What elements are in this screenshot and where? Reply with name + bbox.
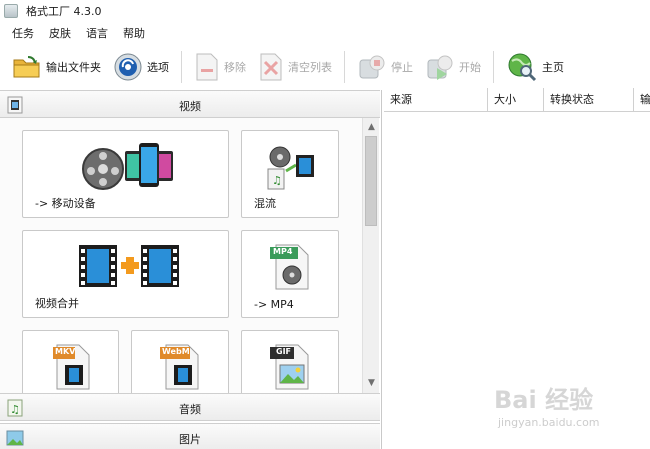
tile-merge-label: 视频合并 <box>35 297 79 310</box>
mkv-badge-text: MKV <box>55 347 76 356</box>
start-label: 开始 <box>459 61 481 74</box>
scroll-up-arrow-icon[interactable]: ▲ <box>364 120 379 135</box>
svg-text:♫: ♫ <box>272 174 282 187</box>
category-audio[interactable]: ♫ 音频 <box>0 393 380 421</box>
category-video[interactable]: 视频 <box>0 90 380 118</box>
column-source[interactable]: 来源 <box>384 88 488 112</box>
tile-mux[interactable]: ♫ 混流 <box>241 130 339 218</box>
start-button[interactable]: 开始 <box>425 49 481 85</box>
remove-label: 移除 <box>224 61 246 74</box>
toolbar-separator <box>493 51 494 83</box>
function-panel: 视频 -> 移动设备 ♫ 混流 视频合并 MP4 -> MP4 MKV WebM… <box>0 90 382 449</box>
tile-to-mkv[interactable]: MKV <box>22 330 119 393</box>
mp4-badge-text: MP4 <box>273 247 293 256</box>
clear-list-label: 清空列表 <box>288 61 332 74</box>
menu-skin[interactable]: 皮肤 <box>49 25 71 41</box>
home-globe-icon <box>508 53 537 82</box>
gif-badge-text: GIF <box>276 347 292 356</box>
category-image-label: 图片 <box>179 433 201 446</box>
title-bar: 格式工厂 4.3.0 <box>0 0 650 22</box>
tile-to-mp4[interactable]: MP4 -> MP4 <box>241 230 339 318</box>
start-icon <box>427 55 453 80</box>
task-table-header: 来源 大小 转换状态 输 <box>384 88 650 112</box>
category-audio-label: 音频 <box>179 403 201 416</box>
category-image[interactable]: 图片 <box>0 423 380 449</box>
category-video-label: 视频 <box>179 100 201 113</box>
options-gear-icon <box>114 53 142 81</box>
tile-mobile-device[interactable]: -> 移动设备 <box>22 130 229 218</box>
webm-file-icon: WebM <box>158 343 204 391</box>
menu-task[interactable]: 任务 <box>12 25 34 41</box>
gif-file-icon: GIF <box>268 343 314 391</box>
task-list-panel: 来源 大小 转换状态 输 <box>384 88 650 449</box>
stop-icon <box>359 55 385 79</box>
video-function-grid: -> 移动设备 ♫ 混流 视频合并 MP4 -> MP4 MKV WebM GI… <box>0 118 362 393</box>
app-icon <box>4 4 18 18</box>
video-merge-icon <box>79 245 179 287</box>
output-folder-label: 输出文件夹 <box>46 61 101 74</box>
menu-language[interactable]: 语言 <box>86 25 108 41</box>
mkv-file-icon: MKV <box>49 343 95 391</box>
toolbar-separator <box>344 51 345 83</box>
webm-badge-text: WebM <box>162 347 190 356</box>
toolbar: 输出文件夹 选项 移除 清空列表 停止 开始 主页 <box>0 46 650 88</box>
clear-list-icon <box>260 53 282 81</box>
clear-list-button[interactable]: 清空列表 <box>258 49 332 85</box>
stop-button[interactable]: 停止 <box>357 49 413 85</box>
options-label: 选项 <box>147 61 169 74</box>
scrollbar-thumb[interactable] <box>365 136 377 226</box>
menu-bar: 任务 皮肤 语言 帮助 <box>0 22 650 44</box>
toolbar-separator <box>181 51 182 83</box>
home-button[interactable]: 主页 <box>506 49 564 85</box>
menu-help[interactable]: 帮助 <box>123 25 145 41</box>
column-output[interactable]: 输 <box>634 88 650 112</box>
folder-icon <box>13 56 40 78</box>
tile-video-merge[interactable]: 视频合并 <box>22 230 229 318</box>
mux-icon: ♫ <box>267 146 314 190</box>
tile-mp4-label: -> MP4 <box>254 298 294 311</box>
scroll-down-arrow-icon[interactable]: ▼ <box>364 376 379 391</box>
options-button[interactable]: 选项 <box>113 49 169 85</box>
column-size[interactable]: 大小 <box>488 88 544 112</box>
home-label: 主页 <box>542 61 564 74</box>
mobile-device-icon <box>82 143 173 190</box>
tile-mux-label: 混流 <box>254 197 276 210</box>
function-grid-scrollbar[interactable]: ▲ ▼ <box>362 118 379 393</box>
window-title: 格式工厂 4.3.0 <box>26 5 102 18</box>
tile-mobile-label: -> 移动设备 <box>35 197 96 210</box>
remove-document-icon <box>196 53 218 81</box>
stop-label: 停止 <box>391 61 413 74</box>
tile-to-gif[interactable]: GIF <box>241 330 339 393</box>
mp4-file-icon: MP4 <box>268 243 314 291</box>
output-folder-button[interactable]: 输出文件夹 <box>12 49 101 85</box>
tile-to-webm[interactable]: WebM <box>131 330 229 393</box>
column-convert-status[interactable]: 转换状态 <box>544 88 634 112</box>
remove-button[interactable]: 移除 <box>194 49 246 85</box>
